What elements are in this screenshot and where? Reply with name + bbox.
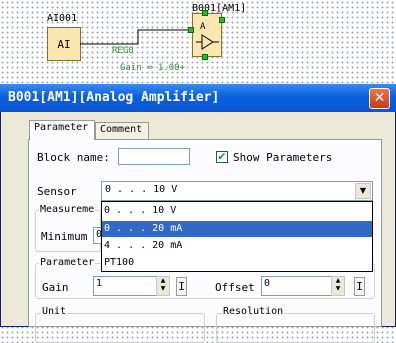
sensor-option-4-20ma[interactable]: 4 . . . 20 mA [102, 238, 372, 254]
tab-comment[interactable]: Comment [95, 122, 149, 139]
param-reference: REG0 [112, 46, 134, 56]
amp-bottom-pin[interactable] [202, 54, 208, 60]
measurement-group-title: Measureme [39, 204, 96, 215]
show-parameters-label: Show Parameters [233, 151, 333, 164]
unit-group-title: Unit [41, 306, 68, 317]
chevron-down-icon[interactable]: ▼ [355, 183, 371, 199]
parameter-group-title: Parameter [39, 257, 96, 268]
resolution-group-title: Resolution [222, 306, 285, 317]
spin-arrows-icon: ▲ ▼ [335, 277, 341, 292]
sensor-option-pt100[interactable]: PT100 [102, 255, 372, 271]
amp-top-pin[interactable] [202, 10, 208, 16]
sensor-select[interactable]: 0 . . . 10 V ▼ [101, 181, 373, 201]
dialog-title: B001[AM1][Analog Amplifier] [8, 90, 220, 105]
close-button[interactable]: ✕ [369, 88, 390, 109]
analog-input-block[interactable]: AI [47, 27, 81, 61]
sensor-option-0-10v[interactable]: 0 . . . 10 V [102, 203, 372, 219]
gain-parameter-text: Gain = 1.00+ [120, 63, 186, 73]
offset-reference-button[interactable]: I [354, 277, 365, 296]
spin-arrows-icon: ▲ ▼ [160, 277, 166, 292]
amp-output-pin[interactable] [219, 17, 225, 23]
show-parameters-checkbox[interactable]: ✔ [216, 151, 228, 163]
amp-input-pin[interactable] [188, 27, 194, 33]
block-name-input[interactable] [118, 148, 190, 165]
sensor-dropdown-list[interactable]: 0 . . . 10 V 0 . . . 20 mA 4 . . . 20 mA… [101, 201, 373, 272]
tab-parameter[interactable]: Parameter [29, 120, 95, 140]
unit-group [35, 313, 205, 343]
offset-label: Offset [215, 281, 255, 294]
sensor-selected-value: 0 . . . 10 V [105, 184, 178, 195]
offset-spin-button[interactable]: ▲ ▼ [331, 276, 345, 296]
resolution-group [216, 313, 375, 343]
sensor-option-0-20ma[interactable]: 0 . . . 20 mA [102, 221, 372, 237]
minimum-label: Minimum [41, 230, 88, 243]
analog-amplifier-block[interactable]: A [192, 13, 222, 57]
gain-reference-button[interactable]: I [176, 277, 187, 296]
check-icon: ✔ [217, 150, 227, 163]
gain-spin-button[interactable]: ▲ ▼ [156, 276, 170, 296]
connection-wire [80, 29, 192, 45]
amplifier-icon: A [196, 22, 219, 50]
amp-symbol-label: A [200, 22, 206, 32]
gain-label: Gain [42, 281, 69, 294]
close-icon: ✕ [373, 90, 386, 106]
block-name-label: Block name: [37, 151, 110, 164]
sensor-label: Sensor [37, 185, 77, 198]
dialog-titlebar[interactable]: B001[AM1][Analog Amplifier] ✕ [0, 84, 396, 112]
ai-block-label: AI [57, 37, 71, 51]
ai-block-name: AI001 [47, 13, 78, 24]
